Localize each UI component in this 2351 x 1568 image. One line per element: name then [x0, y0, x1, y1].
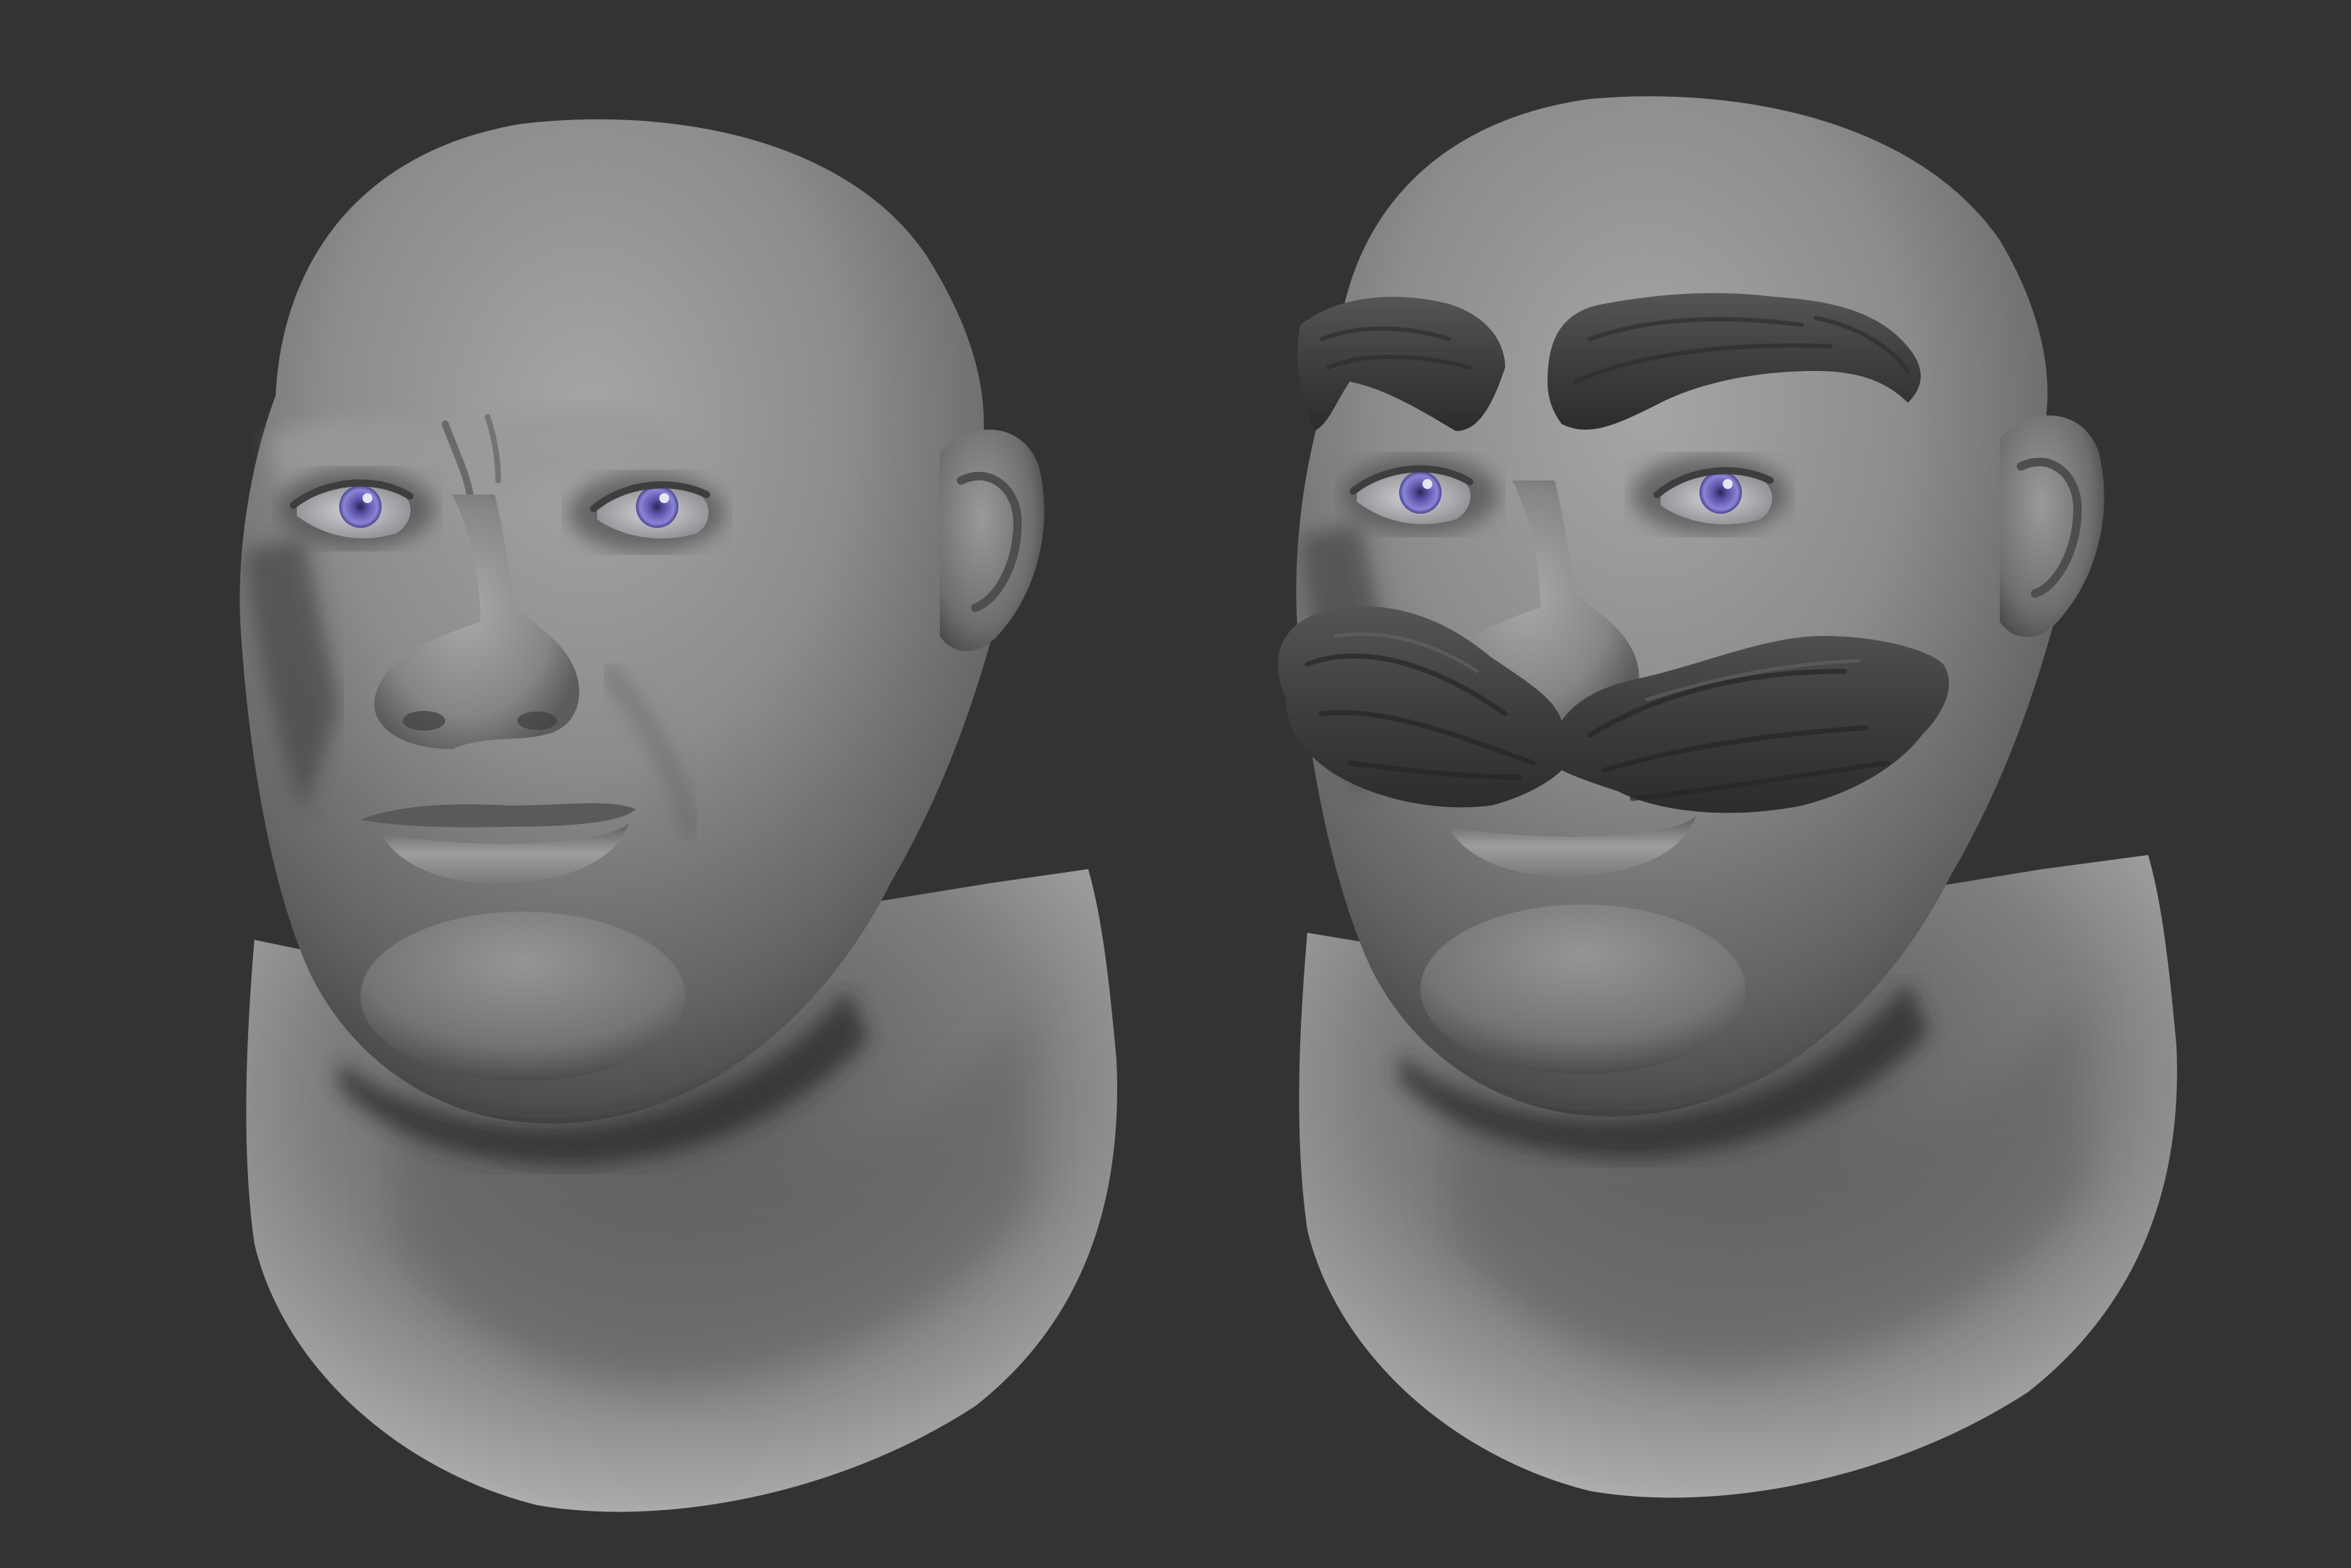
- chin-left: [360, 912, 685, 1081]
- sculpt-render: [0, 0, 2351, 1568]
- chin-right: [1420, 904, 1745, 1074]
- render-viewport: [0, 0, 2351, 1568]
- nostril-left-a: [403, 711, 445, 731]
- nostril-left-b: [517, 712, 557, 730]
